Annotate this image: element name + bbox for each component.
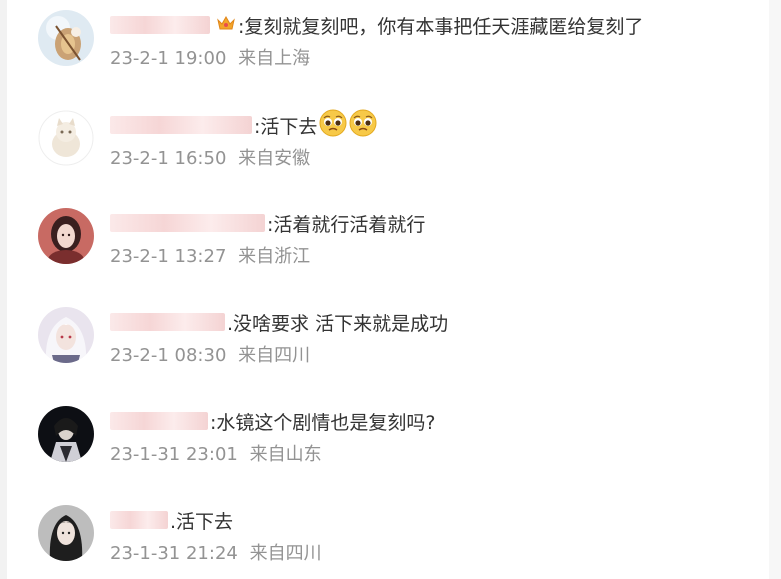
comment-location: 来自安徽	[238, 148, 311, 169]
avatar-white-hair-icon[interactable]	[38, 307, 94, 363]
comment-body: :活下去 23-2-1 16:50 来自安徽	[110, 109, 758, 170]
crown-badge-icon	[216, 14, 236, 36]
comment-body: .没啥要求 活下来就是成功 23-2-1 08:30 来自四川	[110, 307, 758, 367]
comment-location: 来自山东	[249, 444, 322, 465]
comment-item: :复刻就复刻吧，你有本事把任天涯藏匿给复刻了 23-2-1 19:00 来自上海	[38, 10, 758, 90]
comment-list-page: :复刻就复刻吧，你有本事把任天涯藏匿给复刻了 23-2-1 19:00 来自上海	[0, 0, 781, 579]
username-blurred[interactable]	[110, 511, 168, 529]
comment-time: 23-1-31 21:24	[110, 543, 238, 564]
avatar-girl-black-icon[interactable]	[38, 505, 94, 561]
comment-time: 23-1-31 23:01	[110, 444, 238, 465]
comment-time: 23-2-1 08:30	[110, 345, 227, 366]
comment-body: :水镜这个剧情也是复刻吗? 23-1-31 23:01 来自山东	[110, 406, 758, 466]
username-blurred[interactable]	[110, 214, 265, 232]
comment-time: 23-2-1 16:50	[110, 148, 227, 169]
left-gutter	[0, 0, 7, 579]
comment-meta: 23-1-31 23:01 来自山东	[110, 440, 758, 466]
avatar-violin-icon[interactable]	[38, 10, 94, 66]
comment-text: :活着就行活着就行	[267, 213, 426, 236]
comment-meta: 23-2-1 08:30 来自四川	[110, 341, 758, 367]
comment-text: .活下去	[170, 510, 234, 533]
comment-time: 23-2-1 19:00	[110, 48, 227, 69]
comment-line: :水镜这个剧情也是复刻吗?	[110, 406, 758, 436]
comment-location: 来自上海	[238, 48, 311, 69]
username-blurred[interactable]	[110, 16, 210, 34]
comment-line: :活下去	[110, 109, 758, 142]
avatar-girl-red-icon[interactable]	[38, 208, 94, 264]
comment-location: 来自浙江	[238, 246, 311, 267]
comment-item: :活着就行活着就行 23-2-1 13:27 来自浙江	[38, 208, 758, 288]
comment-time: 23-2-1 13:27	[110, 246, 227, 267]
comment-meta: 23-2-1 16:50 来自安徽	[110, 144, 758, 170]
comment-text: .没啥要求 活下来就是成功	[227, 312, 449, 335]
avatar-dark-figure-icon[interactable]	[38, 406, 94, 462]
pleading-face-emoji-icon	[349, 109, 377, 142]
comment-meta: 23-2-1 13:27 来自浙江	[110, 242, 758, 268]
comment-item: .活下去 23-1-31 21:24 来自四川	[38, 505, 758, 579]
comment-body: :活着就行活着就行 23-2-1 13:27 来自浙江	[110, 208, 758, 268]
avatar-cat-icon[interactable]	[38, 110, 94, 166]
comment-item: :水镜这个剧情也是复刻吗? 23-1-31 23:01 来自山东	[38, 406, 758, 486]
username-blurred[interactable]	[110, 313, 225, 331]
comment-body: .活下去 23-1-31 21:24 来自四川	[110, 505, 758, 565]
comment-line: .没啥要求 活下来就是成功	[110, 307, 758, 337]
comment-body: :复刻就复刻吧，你有本事把任天涯藏匿给复刻了 23-2-1 19:00 来自上海	[110, 10, 758, 70]
username-blurred[interactable]	[110, 116, 252, 134]
comment-text: :活下去	[254, 115, 318, 138]
comment-line: :活着就行活着就行	[110, 208, 758, 238]
right-gutter	[769, 0, 781, 579]
comment-location: 来自四川	[249, 543, 322, 564]
pleading-face-emoji-icon	[319, 109, 347, 142]
comment-item: .没啥要求 活下来就是成功 23-2-1 08:30 来自四川	[38, 307, 758, 387]
comment-text: :复刻就复刻吧，你有本事把任天涯藏匿给复刻了	[238, 15, 644, 38]
username-blurred[interactable]	[110, 412, 208, 430]
comment-line: .活下去	[110, 505, 758, 535]
comment-meta: 23-2-1 19:00 来自上海	[110, 44, 758, 70]
comment-text: :水镜这个剧情也是复刻吗?	[210, 411, 436, 434]
comment-meta: 23-1-31 21:24 来自四川	[110, 539, 758, 565]
comment-line: :复刻就复刻吧，你有本事把任天涯藏匿给复刻了	[110, 10, 758, 40]
comment-location: 来自四川	[238, 345, 311, 366]
comment-item: :活下去 23-2-1 16:50 来自安徽	[38, 109, 758, 190]
